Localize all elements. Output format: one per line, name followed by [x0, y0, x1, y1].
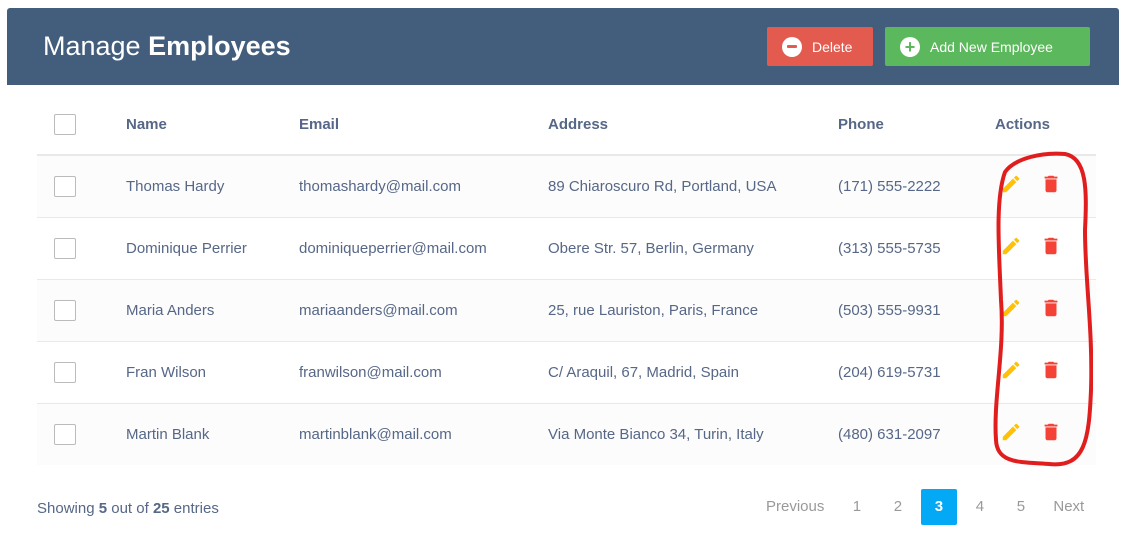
employee-email: martinblank@mail.com	[299, 403, 548, 465]
row-actions	[995, 341, 1096, 404]
table-header-row: Name Email Address Phone Actions	[37, 95, 1096, 156]
entries-summary: Showing 5 out of 25 entries	[37, 500, 219, 517]
title-light: Manage	[43, 31, 141, 61]
employee-email: franwilson@mail.com	[299, 341, 548, 404]
pencil-icon[interactable]	[1000, 359, 1022, 381]
page-3[interactable]: 3	[920, 489, 957, 525]
row-select-cell	[37, 217, 126, 280]
table-row: Martin Blank martinblank@mail.com Via Mont…	[37, 403, 1096, 465]
table-row: Thomas Hardy thomashardy@mail.com 89 Chiar…	[37, 155, 1096, 218]
employee-name: Thomas Hardy	[126, 155, 299, 218]
employee-address: Obere Str. 57, Berlin, Germany	[548, 217, 838, 280]
employee-phone: (171) 555-2222	[838, 155, 995, 218]
pagination: Previous 1 2 3 4 5 Next	[754, 489, 1096, 525]
add-employee-button[interactable]: + Add New Employee	[885, 27, 1090, 66]
table-row: Maria Anders mariaanders@mail.com 25, rue …	[37, 279, 1096, 342]
page-1[interactable]: 1	[839, 489, 875, 525]
employees-table: Name Email Address Phone Actions Thomas …	[37, 95, 1096, 465]
employee-name: Dominique Perrier	[126, 217, 299, 280]
pencil-icon[interactable]	[1000, 235, 1022, 257]
employee-address: C/ Araquil, 67, Madrid, Spain	[548, 341, 838, 404]
employee-email: thomashardy@mail.com	[299, 155, 548, 218]
row-checkbox[interactable]	[54, 175, 76, 197]
row-checkbox[interactable]	[54, 361, 76, 383]
trash-icon[interactable]	[1040, 297, 1062, 319]
employee-name: Maria Anders	[126, 279, 299, 342]
row-select-cell	[37, 341, 126, 404]
employee-email: dominiqueperrier@mail.com	[299, 217, 548, 280]
select-all-checkbox[interactable]	[54, 114, 76, 135]
row-actions	[995, 217, 1096, 280]
title-bold: Employees	[148, 31, 291, 61]
pagination-previous[interactable]: Previous	[754, 489, 836, 525]
row-checkbox[interactable]	[54, 299, 76, 321]
employee-phone: (503) 555-9931	[838, 279, 995, 342]
employee-email: mariaanders@mail.com	[299, 279, 548, 342]
column-header-name[interactable]: Name	[126, 95, 299, 156]
pencil-icon[interactable]	[1000, 173, 1022, 195]
row-checkbox[interactable]	[54, 237, 76, 259]
select-all-cell	[37, 95, 126, 156]
delete-button[interactable]: Delete	[767, 27, 873, 66]
column-header-address[interactable]: Address	[548, 95, 838, 156]
employee-address: 25, rue Lauriston, Paris, France	[548, 279, 838, 342]
employee-phone: (480) 631-2097	[838, 403, 995, 465]
page-4[interactable]: 4	[962, 489, 998, 525]
row-select-cell	[37, 279, 126, 342]
pencil-icon[interactable]	[1000, 421, 1022, 443]
column-header-actions: Actions	[995, 95, 1096, 156]
pencil-icon[interactable]	[1000, 297, 1022, 319]
column-header-phone[interactable]: Phone	[838, 95, 995, 156]
row-select-cell	[37, 403, 126, 465]
delete-button-label: Delete	[812, 38, 853, 55]
page-2[interactable]: 2	[880, 489, 916, 525]
add-employee-button-label: Add New Employee	[930, 38, 1053, 55]
trash-icon[interactable]	[1040, 173, 1062, 195]
pagination-next[interactable]: Next	[1041, 489, 1096, 525]
page-title: Manage Employees	[43, 29, 291, 63]
trash-icon[interactable]	[1040, 359, 1062, 381]
column-header-email[interactable]: Email	[299, 95, 548, 156]
trash-icon[interactable]	[1040, 421, 1062, 443]
employee-name: Martin Blank	[126, 403, 299, 465]
employee-phone: (204) 619-5731	[838, 341, 995, 404]
row-actions	[995, 403, 1096, 465]
employee-phone: (313) 555-5735	[838, 217, 995, 280]
panel-header: Manage Employees Delete + Add New Employ…	[7, 8, 1119, 85]
employee-name: Fran Wilson	[126, 341, 299, 404]
row-actions	[995, 155, 1096, 218]
plus-circle-icon: +	[900, 36, 920, 57]
trash-icon[interactable]	[1040, 235, 1062, 257]
employee-panel: Manage Employees Delete + Add New Employ…	[0, 0, 1127, 551]
employee-address: 89 Chiaroscuro Rd, Portland, USA	[548, 155, 838, 218]
row-actions	[995, 279, 1096, 342]
row-select-cell	[37, 155, 126, 218]
row-checkbox[interactable]	[54, 423, 76, 445]
table-row: Fran Wilson franwilson@mail.com C/ Araquil…	[37, 341, 1096, 404]
page-5[interactable]: 5	[1003, 489, 1039, 525]
employee-address: Via Monte Bianco 34, Turin, Italy	[548, 403, 838, 465]
minus-circle-icon	[782, 36, 802, 57]
table-row: Dominique Perrier dominiqueperrier@mail.c…	[37, 217, 1096, 280]
